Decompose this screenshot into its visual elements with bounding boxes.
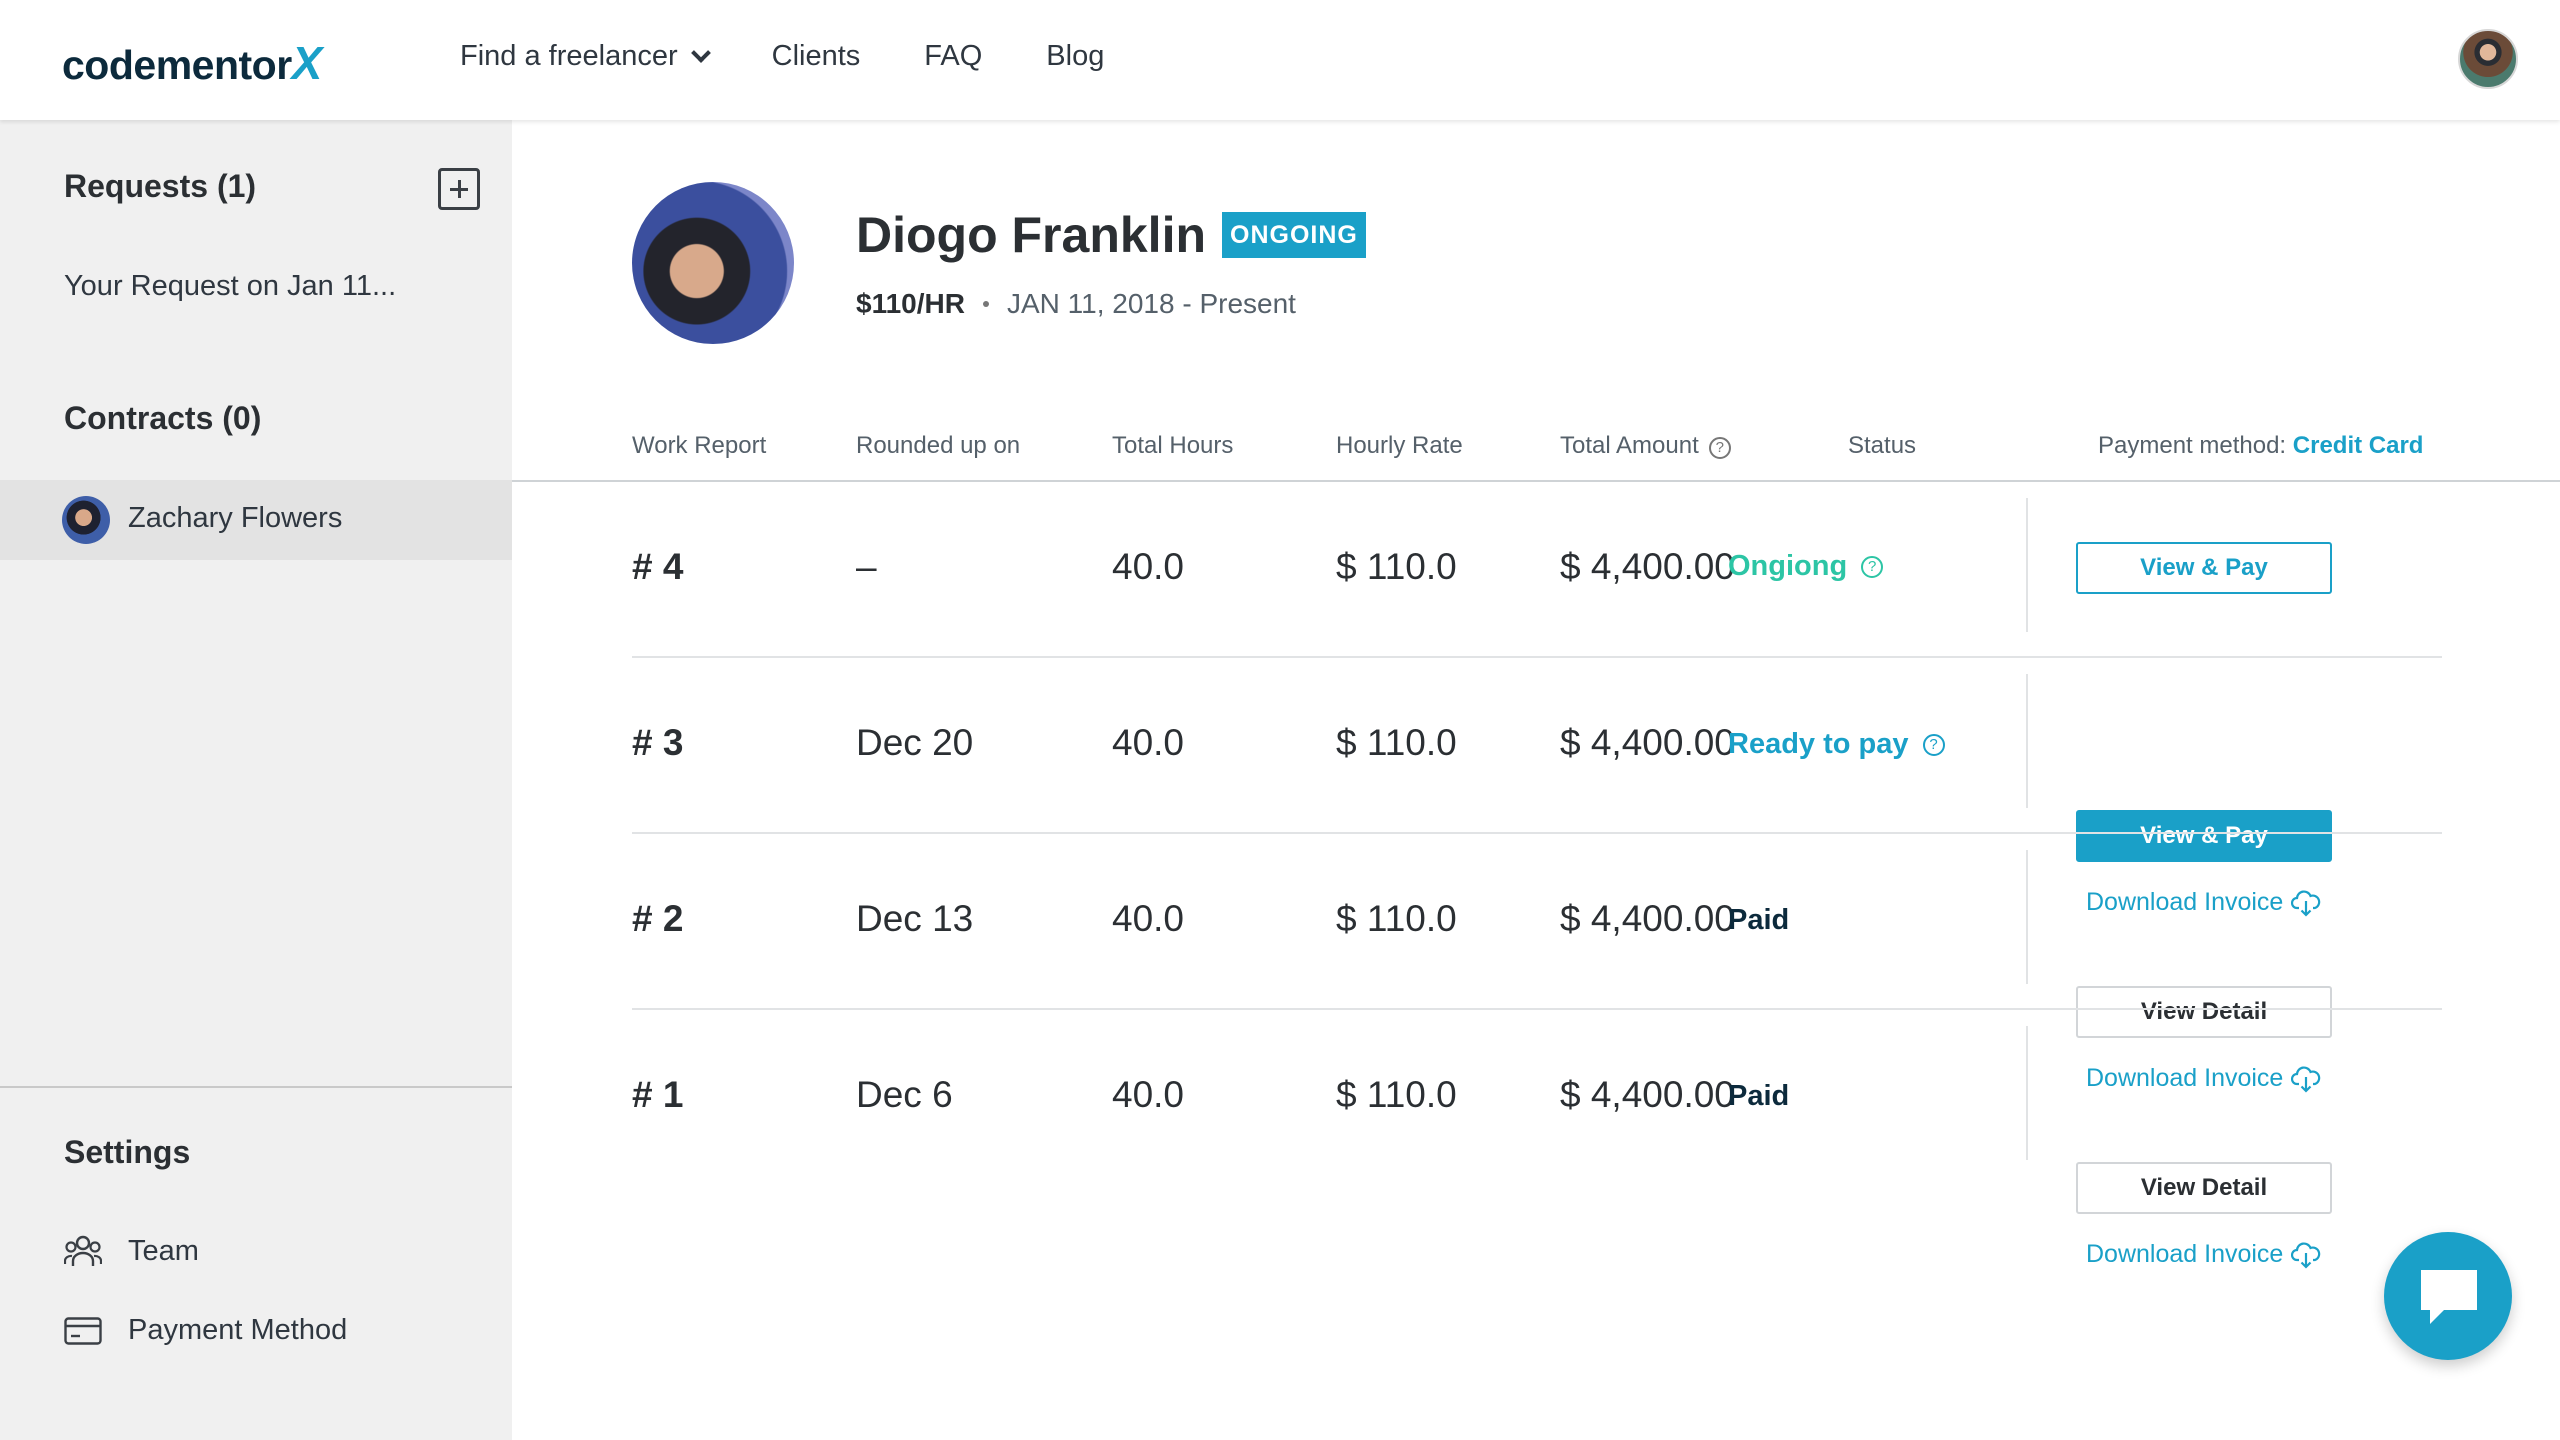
total-hours: 40.0: [1112, 722, 1185, 763]
chevron-down-icon: [690, 42, 711, 63]
freelancer-avatar: [632, 182, 794, 344]
status-paid: Paid: [1728, 904, 1789, 937]
work-report-number: # 3: [632, 722, 684, 763]
total-amount-value: $ 4,400.00: [1560, 1074, 1735, 1115]
nav-blog[interactable]: Blog: [1046, 40, 1104, 73]
credit-card-icon: [64, 1316, 102, 1345]
col-work-report: Work Report: [632, 432, 767, 459]
status-label: Ongiong: [1728, 550, 1848, 582]
status-ongoing: Ongiong?: [1728, 550, 1884, 583]
total-hours: 40.0: [1112, 546, 1185, 587]
payment-method-link[interactable]: Credit Card: [2293, 432, 2424, 459]
contract-item-zachary-flowers[interactable]: Zachary Flowers: [0, 480, 512, 560]
work-report-number: # 2: [632, 898, 684, 939]
table-row: # 4 – 40.0 $ 110.0 $ 4,400.00 Ongiong? V…: [632, 482, 2494, 658]
settings-heading: Settings: [64, 1134, 191, 1170]
table-row: # 3 Dec 20 40.0 $ 110.0 $ 4,400.00 Ready…: [632, 658, 2494, 917]
nav-clients[interactable]: Clients: [772, 40, 861, 73]
contracts-heading: Contracts (0): [64, 400, 262, 436]
team-icon: [64, 1235, 102, 1266]
status-label: Paid: [1728, 1080, 1790, 1112]
help-icon[interactable]: ?: [1708, 437, 1731, 459]
row-action-divider: [2026, 674, 2028, 808]
settings-item-label: Team: [128, 1234, 199, 1267]
col-status: Status: [1848, 432, 1917, 459]
col-total-amount-label: Total Amount: [1560, 432, 1699, 459]
total-hours: 40.0: [1112, 898, 1185, 939]
hourly-rate-value: $ 110.0: [1336, 546, 1457, 587]
top-header: codementorX Find a freelancer Clients FA…: [0, 0, 2560, 120]
table-row: # 2 Dec 13 40.0 $ 110.0 $ 4,400.00 Paid …: [632, 834, 2494, 1093]
table-row: # 1 Dec 6 40.0 $ 110.0 $ 4,400.00 Paid V…: [632, 1010, 2494, 1269]
logo-text: codementor: [62, 42, 292, 88]
total-amount-value: $ 4,400.00: [1560, 898, 1735, 939]
rounded-up-date: Dec 6: [856, 1074, 953, 1115]
settings-item-payment-method[interactable]: Payment Method: [64, 1314, 347, 1347]
sidebar-divider: [0, 1086, 512, 1088]
status-label: Paid: [1728, 904, 1790, 936]
rounded-up-date: –: [856, 546, 877, 587]
user-avatar-icon[interactable]: [2458, 29, 2518, 89]
total-amount-value: $ 4,400.00: [1560, 546, 1735, 587]
download-invoice-label: Download Invoice: [2086, 1240, 2284, 1268]
help-icon[interactable]: ?: [1861, 555, 1884, 578]
total-amount-value: $ 4,400.00: [1560, 722, 1735, 763]
contract-status-badge: ONGOING: [1222, 212, 1366, 258]
request-item[interactable]: Your Request on Jan 11...: [64, 270, 396, 303]
nav-label: Find a freelancer: [460, 40, 678, 72]
hourly-rate-value: $ 110.0: [1336, 1074, 1457, 1115]
contract-meta: $110/HR JAN 11, 2018 - Present: [856, 288, 1296, 320]
hourly-rate-value: $ 110.0: [1336, 722, 1457, 763]
main-nav: Find a freelancer Clients FAQ Blog: [460, 40, 1104, 73]
payment-method-label: Payment method:: [2098, 432, 2287, 459]
row-action-divider: [2026, 498, 2028, 632]
main-content: Diogo Franklin ONGOING $110/HR JAN 11, 2…: [512, 120, 2560, 1440]
freelancer-name: Diogo Franklin: [856, 207, 1206, 263]
codementorx-logo[interactable]: codementorX: [62, 36, 322, 90]
help-icon[interactable]: ?: [1922, 733, 1945, 756]
add-request-button[interactable]: [438, 168, 480, 210]
nav-find-freelancer[interactable]: Find a freelancer: [460, 40, 711, 73]
col-total-amount: Total Amount?: [1560, 432, 1731, 460]
download-invoice-link[interactable]: Download Invoice: [2086, 1240, 2321, 1269]
col-rounded-up-on: Rounded up on: [856, 432, 1021, 459]
work-report-number: # 4: [632, 546, 684, 587]
row-action-divider: [2026, 1026, 2028, 1160]
settings-item-label: Payment Method: [128, 1314, 348, 1346]
col-total-hours: Total Hours: [1112, 432, 1234, 459]
status-ready-to-pay: Ready to pay?: [1728, 728, 1945, 761]
requests-heading: Requests (1): [64, 168, 257, 204]
contract-avatar: [62, 496, 110, 544]
sidebar: Requests (1) Your Request on Jan 11... C…: [0, 120, 512, 1440]
settings-item-team[interactable]: Team: [64, 1234, 199, 1268]
row-action-divider: [2026, 850, 2028, 984]
contract-period: JAN 11, 2018 - Present: [1006, 288, 1296, 319]
status-label: Ready to pay: [1728, 728, 1909, 760]
payment-method-info: Payment method: Credit Card: [2098, 432, 2423, 460]
hourly-rate: $110/HR: [856, 288, 965, 319]
contract-name: Zachary Flowers: [128, 502, 343, 534]
rounded-up-date: Dec 20: [856, 722, 974, 763]
hourly-rate-value: $ 110.0: [1336, 898, 1457, 939]
total-hours: 40.0: [1112, 1074, 1185, 1115]
nav-faq[interactable]: FAQ: [924, 40, 982, 73]
chat-button[interactable]: [2384, 1232, 2512, 1360]
work-report-number: # 1: [632, 1074, 684, 1115]
logo-x: X: [291, 37, 323, 89]
separator-dot: [982, 301, 989, 307]
view-and-pay-button[interactable]: View & Pay: [2076, 542, 2332, 594]
chat-bubble-icon: [2421, 1270, 2477, 1324]
rounded-up-date: Dec 13: [856, 898, 974, 939]
status-paid: Paid: [1728, 1080, 1789, 1113]
col-hourly-rate: Hourly Rate: [1336, 432, 1463, 459]
view-detail-button[interactable]: View Detail: [2076, 1162, 2332, 1214]
cloud-download-icon: [2291, 1241, 2321, 1269]
